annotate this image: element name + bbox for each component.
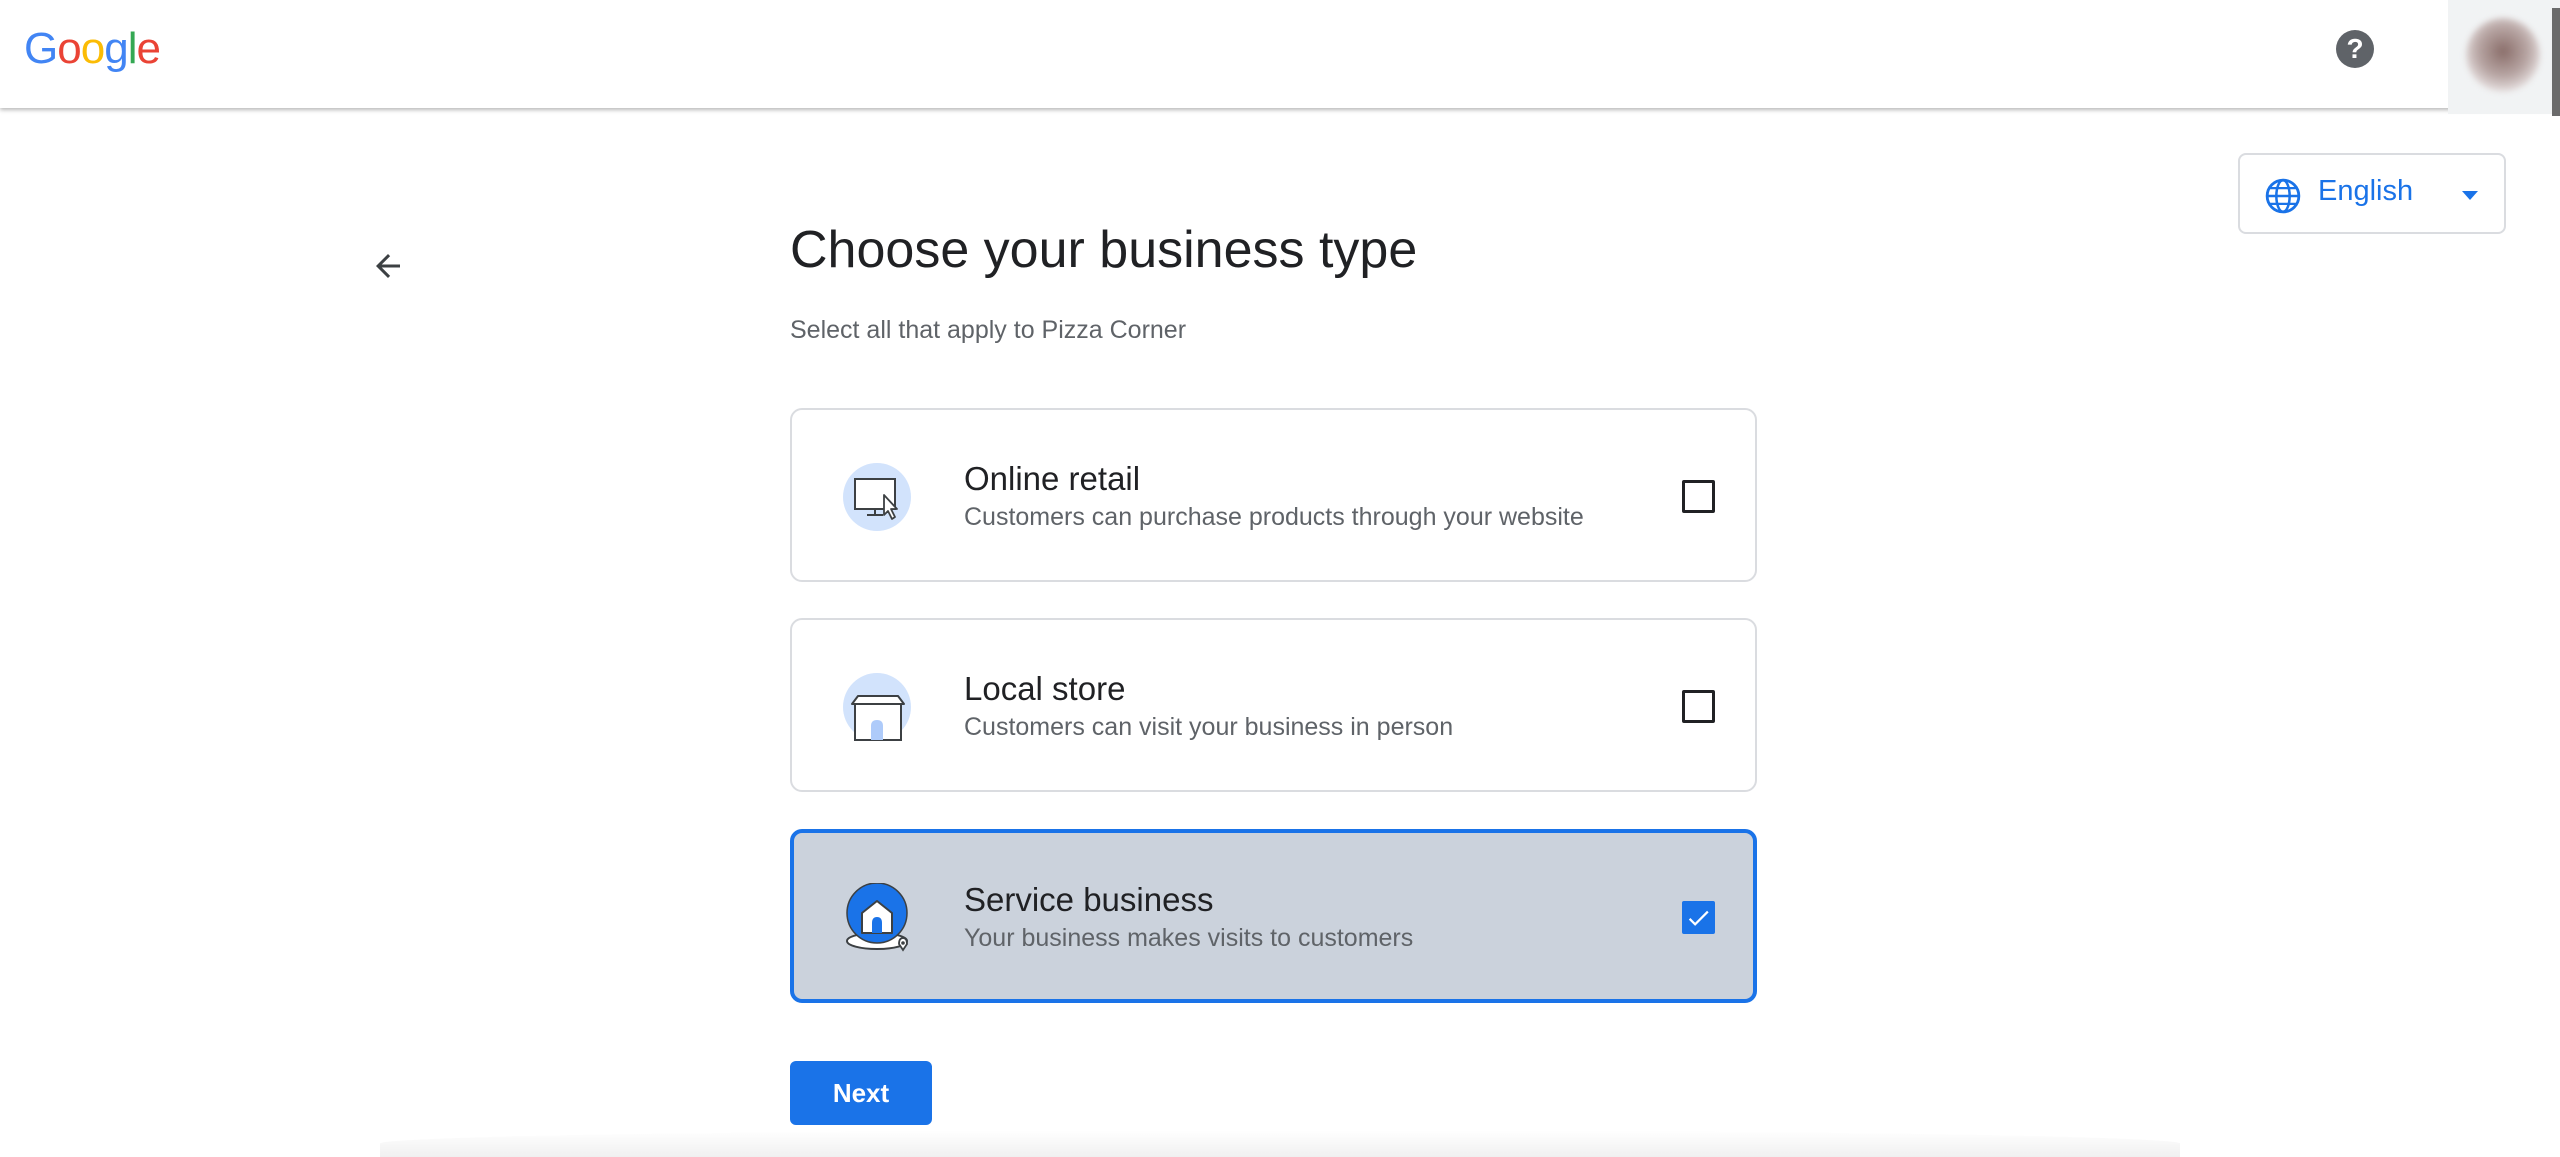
option-card-online-retail[interactable]: Online retail Customers can purchase pro…: [790, 408, 1757, 582]
help-glyph: ?: [2346, 33, 2364, 64]
online-retail-icon: [843, 463, 911, 531]
globe-icon: [2265, 178, 2301, 214]
option-card-local-store[interactable]: Local store Customers can visit your bus…: [790, 618, 1757, 792]
option-card-service-business[interactable]: Service business Your business makes vis…: [790, 829, 1757, 1003]
top-app-bar: G o o g l e ?: [0, 0, 2560, 116]
option-title: Local store: [964, 670, 1126, 707]
account-button[interactable]: [2448, 0, 2560, 114]
option-description: Your business makes visits to customers: [964, 924, 1414, 952]
chevron-down-icon: [2462, 191, 2478, 200]
language-label: English: [2318, 175, 2414, 207]
checkmark-icon: [1688, 910, 1709, 926]
page-title: Choose your business type: [790, 221, 1418, 279]
logo-letter: o: [57, 24, 82, 73]
avatar: [2466, 18, 2540, 92]
option-description: Customers can visit your business in per…: [964, 713, 1454, 741]
back-button[interactable]: [362, 240, 414, 292]
logo-letter: e: [136, 24, 161, 73]
help-icon[interactable]: ?: [2336, 30, 2374, 68]
service-business-icon: [846, 883, 908, 952]
google-logo[interactable]: G o o g l e: [24, 24, 161, 74]
arrow-back-icon: [376, 254, 400, 278]
language-selector[interactable]: English: [2238, 153, 2506, 234]
local-store-icon: [843, 673, 911, 741]
window-edge: [2552, 8, 2560, 116]
page-subtitle: Select all that apply to Pizza Corner: [790, 316, 1187, 344]
logo-letter: l: [127, 24, 138, 73]
bottom-shadow: [380, 1130, 2180, 1157]
online-retail-checkbox[interactable]: [1682, 480, 1715, 513]
option-title: Service business: [964, 881, 1214, 918]
option-title: Online retail: [964, 460, 1141, 497]
logo-letter: G: [24, 24, 58, 73]
service-business-checkbox[interactable]: [1682, 901, 1715, 934]
local-store-checkbox[interactable]: [1682, 690, 1715, 723]
logo-letter: g: [104, 24, 129, 73]
option-description: Customers can purchase products through …: [964, 503, 1584, 531]
next-button[interactable]: Next: [790, 1061, 932, 1125]
logo-letter: o: [80, 24, 106, 73]
